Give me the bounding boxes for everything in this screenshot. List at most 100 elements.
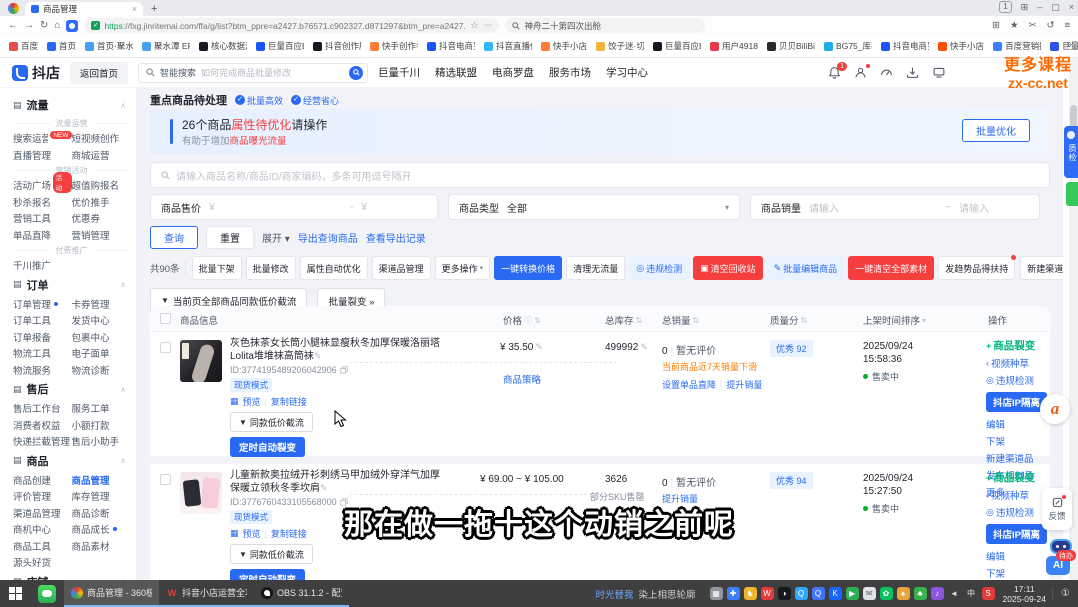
bookmark-item[interactable]: 快手小店 bbox=[537, 38, 591, 54]
quick-search-box[interactable]: 神舟二十第四次出舱 bbox=[505, 18, 705, 33]
bookmark-item[interactable]: 抖音电商罗 bbox=[423, 38, 479, 54]
sidebar-entry[interactable]: 商城运营 bbox=[72, 147, 131, 164]
bulk-action-button[interactable]: ▣ 清空回收站 bbox=[693, 256, 763, 280]
sidebar-entry[interactable]: 源头好货 bbox=[13, 554, 72, 571]
copy-icon[interactable] bbox=[340, 366, 348, 374]
tray-icon[interactable]: Q bbox=[812, 587, 825, 600]
home-icon[interactable]: ⌂ bbox=[54, 21, 60, 31]
tray-icon[interactable]: ✚ bbox=[727, 587, 740, 600]
doudian-logo[interactable]: 抖店 bbox=[12, 63, 60, 83]
sidebar-entry[interactable]: 优惠券 bbox=[72, 210, 131, 227]
batch-optimize-button[interactable]: 批量优化 bbox=[962, 119, 1030, 142]
new-tab-button[interactable]: + bbox=[151, 3, 157, 15]
bookmark-item[interactable]: BG75_库存 bbox=[820, 38, 876, 54]
forward-icon[interactable]: → bbox=[24, 21, 34, 31]
sidebar-entry[interactable]: 流量运营 bbox=[13, 116, 130, 130]
sidebar-entry[interactable]: 短视频创作 bbox=[72, 130, 131, 147]
row-action[interactable]: 下架 bbox=[986, 434, 1005, 448]
qr-icon[interactable]: ▦ bbox=[230, 396, 239, 407]
sidebar-entry[interactable]: ▤ 商品 ∧ bbox=[13, 450, 130, 472]
bulk-action-button[interactable]: 批量修改 bbox=[246, 256, 296, 280]
sort-desc-icon[interactable]: ▾ bbox=[922, 316, 926, 325]
row-checkbox[interactable] bbox=[160, 342, 171, 353]
sidebar-entry[interactable]: 发货中心 bbox=[72, 312, 131, 329]
tray-icon[interactable]: ♠ bbox=[897, 587, 910, 600]
sidebar-entry[interactable]: 电子面单 bbox=[72, 345, 131, 362]
bulk-action-button[interactable]: 一键清空全部素材 bbox=[848, 256, 934, 280]
bookmark-item[interactable]: 抖音电商罗 bbox=[877, 38, 933, 54]
sidebar-entry[interactable]: 超值购报名 bbox=[72, 177, 131, 194]
sidebar-entry[interactable]: 直播管理 bbox=[13, 147, 72, 164]
search-submit-icon[interactable] bbox=[349, 66, 363, 80]
sidebar-entry[interactable]: 订单管理 bbox=[13, 296, 72, 313]
notification-center-icon[interactable]: ① bbox=[1052, 588, 1078, 599]
bookmark-item[interactable]: 聚水潭 ERP bbox=[138, 38, 194, 54]
header-nav-item[interactable]: 精选联盟 bbox=[435, 65, 477, 80]
address-bar[interactable]: ✓ https://fxg.jinritemai.com/ffa/g/list?… bbox=[84, 18, 499, 33]
select-all-checkbox[interactable] bbox=[160, 313, 171, 324]
edit-icon[interactable]: ✎ bbox=[535, 342, 543, 352]
account-icon[interactable] bbox=[854, 66, 867, 79]
header-nav-item[interactable]: 服务市场 bbox=[549, 65, 591, 80]
bookmark-item[interactable]: 首页 bbox=[43, 38, 80, 54]
auto-fission-button[interactable]: 定时自动裂变 bbox=[230, 569, 305, 580]
bulk-action-button[interactable]: ◎ 违规检测 bbox=[629, 256, 689, 280]
taskbar-app[interactable]: W 抖音小店运营全攻... bbox=[159, 580, 254, 607]
sidebar-entry[interactable]: ▤ 店铺 ∧ bbox=[13, 571, 130, 581]
maximize-button[interactable]: ▢ bbox=[1051, 2, 1060, 13]
sidebar-entry[interactable]: 千川推广 bbox=[13, 257, 72, 274]
sidebar-entry[interactable] bbox=[72, 257, 131, 274]
back-icon[interactable]: ← bbox=[8, 21, 18, 31]
menu-icon[interactable]: ≡ bbox=[1064, 20, 1070, 31]
tray-icon[interactable]: W bbox=[761, 587, 774, 600]
export-products-link[interactable]: 导出查询商品 bbox=[298, 230, 358, 245]
sort-icon[interactable]: ⇅ bbox=[801, 316, 808, 325]
bulk-action-button[interactable]: 渠道品管理 bbox=[372, 256, 431, 280]
bookmark-star-icon[interactable]: ☆ bbox=[470, 20, 478, 31]
sidebar-entry[interactable]: 快递拦截管理 bbox=[13, 433, 72, 450]
sidebar-entry[interactable]: 营销管理 bbox=[72, 227, 131, 244]
taskbar-app[interactable]: OBS 31.1.2 - 配置... bbox=[254, 580, 349, 607]
row-action[interactable]: 编辑 bbox=[986, 549, 1005, 563]
alibaba-float-icon[interactable]: a bbox=[1040, 394, 1070, 424]
dashboard-gauge-icon[interactable] bbox=[880, 66, 893, 79]
reset-button[interactable]: 重置 bbox=[206, 226, 254, 249]
screenshot-icon[interactable]: ✂ bbox=[1029, 20, 1037, 31]
sidebar-entry[interactable]: 物流服务 bbox=[13, 362, 72, 379]
bulk-action-button[interactable]: ✎ 批量编辑商品 bbox=[767, 256, 845, 280]
bookmark-item[interactable]: 核心数据汇 bbox=[195, 38, 251, 54]
bookmark-item[interactable]: 抖音直播伴 bbox=[480, 38, 536, 54]
tab-close-icon[interactable]: × bbox=[132, 4, 137, 14]
sidebar-entry[interactable]: 小额打款 bbox=[72, 417, 131, 434]
boost-sales-link[interactable]: 提升销量 bbox=[726, 378, 762, 391]
header-nav-item[interactable]: 电商罗盘 bbox=[492, 65, 534, 80]
apps-grid-icon[interactable]: ⊞ bbox=[992, 20, 1000, 31]
sort-icon[interactable]: ⇅ bbox=[693, 316, 700, 325]
bookmark-item[interactable]: 抖音创作服 bbox=[309, 38, 365, 54]
collapse-caret-icon[interactable]: ∧ bbox=[120, 456, 126, 465]
collapse-caret-icon[interactable]: ∧ bbox=[120, 280, 126, 289]
sidebar-entry[interactable]: ▤ 售后 ∧ bbox=[13, 378, 130, 400]
row-action[interactable]: 编辑 bbox=[986, 417, 1005, 431]
same-style-capture-button[interactable]: ▼同款低价截流 bbox=[230, 544, 313, 564]
sort-icon[interactable]: ⇅ bbox=[534, 316, 541, 325]
tray-icon[interactable]: S bbox=[982, 587, 995, 600]
bookmark-item[interactable]: 快手创作者 bbox=[366, 38, 422, 54]
tray-icon[interactable]: ◄ bbox=[948, 587, 961, 600]
collapse-caret-icon[interactable]: ∧ bbox=[120, 385, 126, 394]
smart-search-input[interactable]: 智能搜索 如何完成商品批量修改 bbox=[138, 63, 368, 83]
tray-icon[interactable]: Q bbox=[795, 587, 808, 600]
side-panel-handle[interactable]: 质检 bbox=[1064, 126, 1078, 178]
download-icon[interactable] bbox=[906, 66, 919, 79]
sidebar-entry[interactable]: 物流工具 bbox=[13, 345, 72, 362]
product-strategy-link[interactable]: 商品策略 bbox=[503, 372, 541, 386]
bookmark-item[interactable]: 巨量百应Bu bbox=[252, 38, 308, 54]
tray-icon[interactable]: ♣ bbox=[914, 587, 927, 600]
sidebar-entry[interactable]: 服务工单 bbox=[72, 400, 131, 417]
history-icon[interactable]: ↺ bbox=[1046, 20, 1054, 31]
bulk-action-button[interactable]: 清理无流量 bbox=[566, 256, 625, 280]
browser-logo-icon[interactable] bbox=[8, 3, 19, 14]
sidebar-entry[interactable]: 单品直降 bbox=[13, 227, 72, 244]
expand-button[interactable]: 展开 ▾ bbox=[262, 230, 290, 245]
tab-grid-icon[interactable]: ⊞ bbox=[1021, 2, 1029, 13]
